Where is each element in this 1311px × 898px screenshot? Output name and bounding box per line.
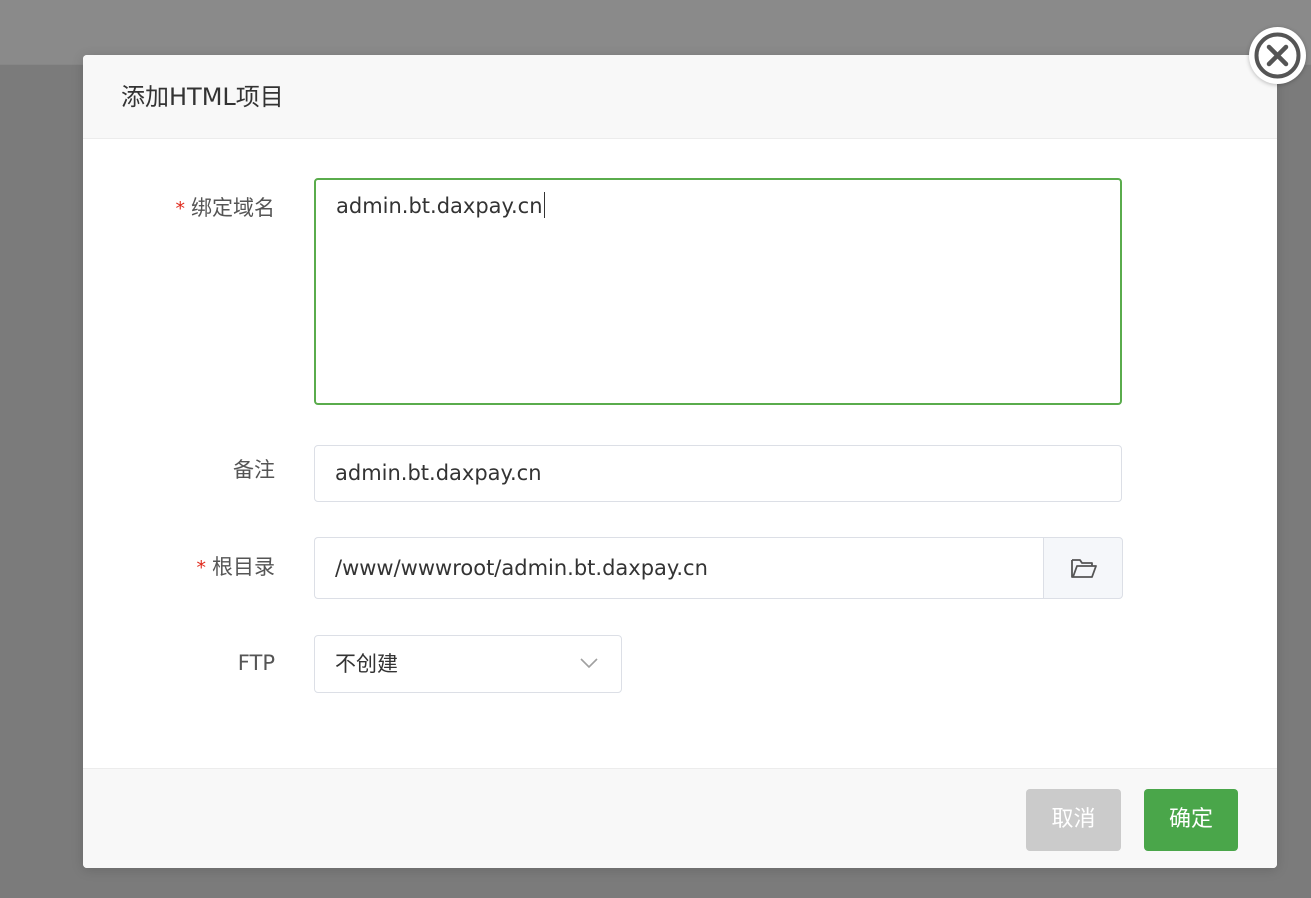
confirm-button[interactable]: 确定 [1144,789,1238,851]
text-caret [543,192,545,218]
domain-value: admin.bt.daxpay.cn [336,194,543,218]
add-html-project-dialog: 添加HTML项目 * 绑定域名 admin.bt.daxpay.cn 备注 adm… [83,55,1277,868]
domain-label: * 绑定域名 [115,194,276,223]
close-button[interactable] [1249,27,1306,84]
root-label-text: 根目录 [212,555,275,579]
root-label: * 根目录 [115,553,276,582]
browse-folder-button[interactable] [1043,537,1123,599]
root-directory-input[interactable]: /www/wwwroot/admin.bt.daxpay.cn [314,537,1044,599]
required-mark: * [196,557,207,579]
domain-label-text: 绑定域名 [191,196,275,220]
close-circle-icon [1254,32,1301,79]
required-mark: * [175,198,186,220]
ftp-selected-value: 不创建 [335,652,398,676]
note-label: 备注 [233,458,275,482]
cancel-button[interactable]: 取消 [1026,789,1121,851]
dialog-footer: 取消 确定 [83,768,1277,868]
note-input[interactable]: admin.bt.daxpay.cn [314,445,1122,502]
ftp-select[interactable]: 不创建 [314,635,622,693]
chevron-down-icon [580,658,598,669]
ftp-label: FTP [237,651,275,675]
dialog-header: 添加HTML项目 [83,55,1277,139]
dialog-title: 添加HTML项目 [121,83,284,111]
folder-open-icon [1071,559,1097,578]
domain-textarea[interactable]: admin.bt.daxpay.cn [314,178,1122,405]
